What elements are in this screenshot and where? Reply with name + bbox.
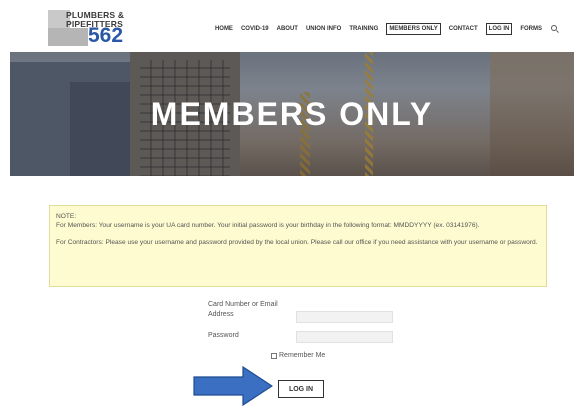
nav-training[interactable]: TRAINING bbox=[349, 24, 378, 34]
nav-home[interactable]: HOME bbox=[215, 24, 233, 34]
logo-pipe-graphic-elbow bbox=[48, 28, 88, 46]
site-header: PLUMBERS & PIPEFITTERS 562 HOME COVID-19… bbox=[0, 0, 574, 52]
note-contractors-text: For Contractors: Please use your usernam… bbox=[56, 239, 538, 246]
nav-contact[interactable]: CONTACT bbox=[449, 24, 478, 34]
password-label: Password bbox=[208, 332, 239, 339]
note-heading: NOTE: bbox=[56, 213, 77, 220]
note-members-text: For Members: Your username is your UA ca… bbox=[56, 222, 480, 229]
nav-log-in[interactable]: LOG IN bbox=[485, 23, 513, 35]
username-label: Card Number or Email Address bbox=[208, 301, 278, 318]
hero-banner: MEMBERS ONLY bbox=[10, 52, 574, 176]
arrow-icon bbox=[193, 366, 273, 406]
nav-about[interactable]: ABOUT bbox=[277, 24, 298, 34]
search-icon-handle bbox=[556, 29, 559, 33]
main-nav: HOME COVID-19 ABOUT UNION INFO TRAINING … bbox=[207, 22, 560, 36]
password-input[interactable] bbox=[296, 331, 393, 343]
arrow-shape bbox=[193, 366, 273, 406]
username-input[interactable] bbox=[296, 311, 393, 323]
logo-local-number: 562 bbox=[88, 24, 124, 47]
nav-union-info[interactable]: UNION INFO bbox=[306, 24, 341, 34]
nav-members-only[interactable]: MEMBERS ONLY bbox=[386, 23, 441, 35]
page-title: MEMBERS ONLY bbox=[150, 96, 434, 132]
remember-me-label: Remember Me bbox=[279, 352, 326, 359]
search-icon[interactable] bbox=[551, 24, 560, 34]
site-logo[interactable]: PLUMBERS & PIPEFITTERS 562 bbox=[48, 6, 130, 48]
note-spacer bbox=[56, 230, 540, 238]
remember-me-option[interactable]: Remember Me bbox=[271, 352, 325, 359]
nav-forms[interactable]: FORMS bbox=[520, 24, 542, 34]
log-in-button[interactable]: LOG IN bbox=[278, 380, 324, 398]
nav-covid-19[interactable]: COVID-19 bbox=[241, 24, 269, 34]
login-note-box: NOTE: For Members: Your username is your… bbox=[49, 205, 547, 287]
remember-me-checkbox[interactable] bbox=[271, 352, 277, 359]
